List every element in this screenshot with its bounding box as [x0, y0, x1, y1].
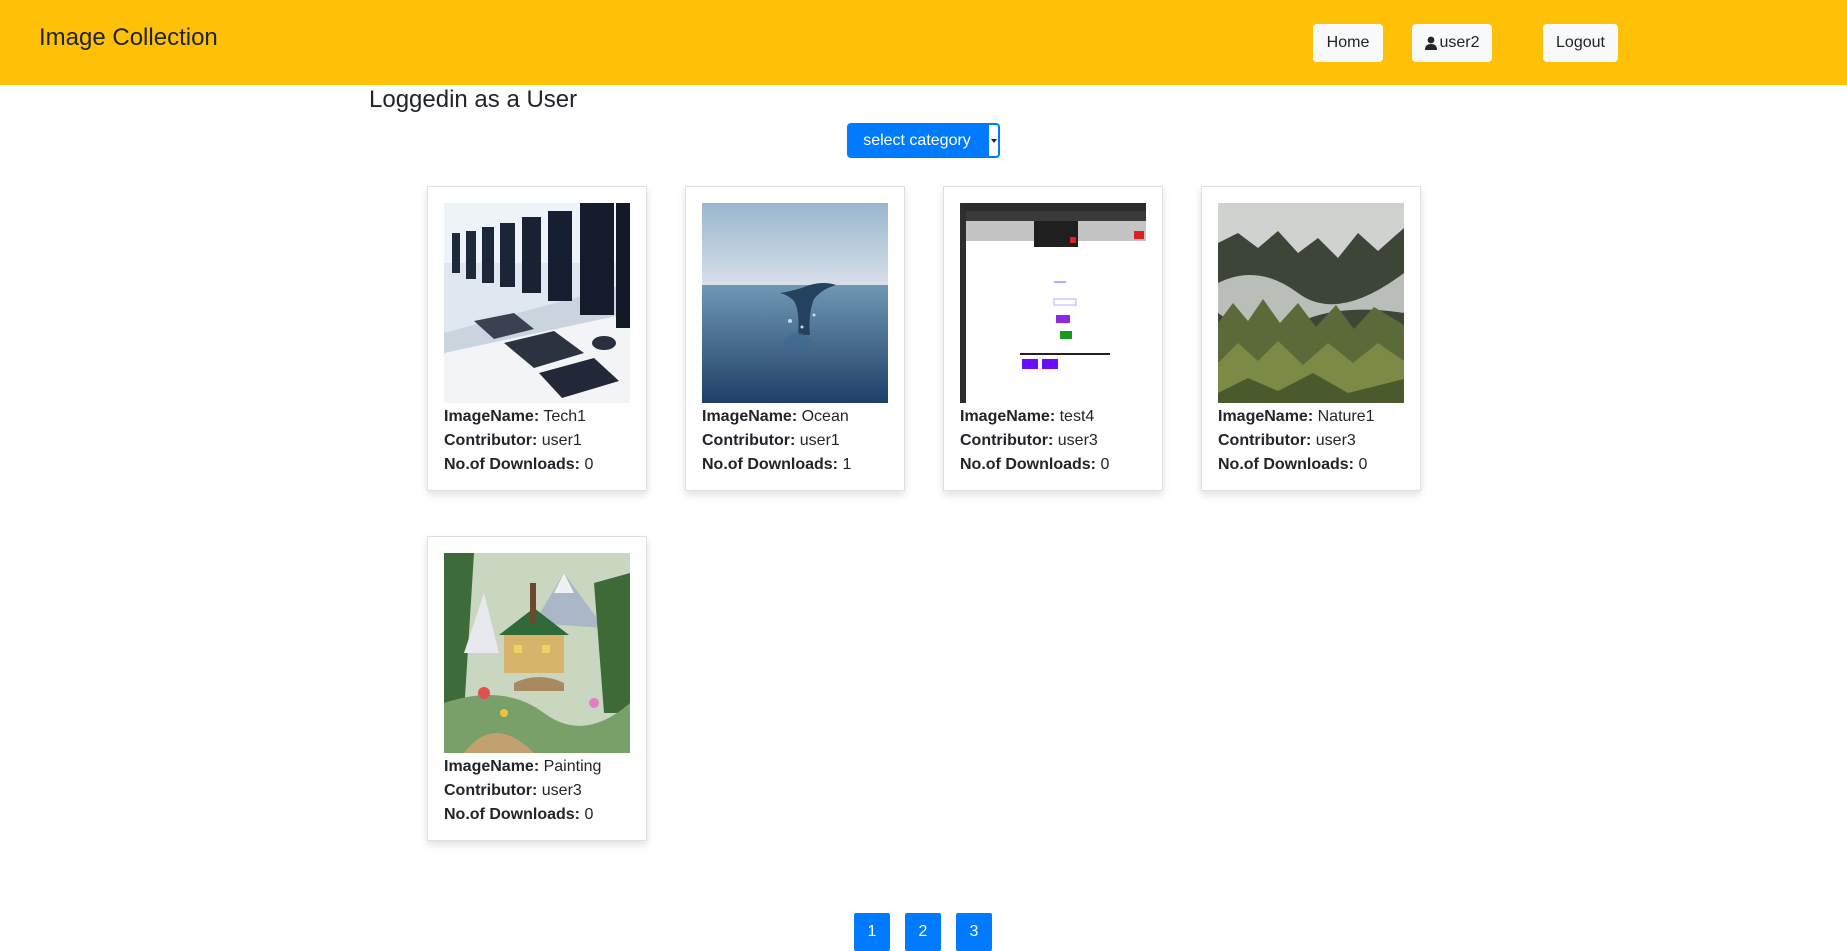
card-info: ImageName: Ocean Contributor: user1 No.o…	[702, 405, 851, 477]
contributor-value: user1	[799, 432, 840, 449]
user-icon	[1425, 36, 1438, 50]
contributor-value: user1	[541, 432, 582, 449]
contributor-label: Contributor:	[444, 782, 538, 799]
image-name-value: Ocean	[801, 408, 849, 425]
page-2-button[interactable]: 2	[905, 913, 941, 951]
card-image[interactable]	[444, 553, 630, 753]
downloads-value: 0	[1358, 456, 1368, 473]
user-name: user2	[1439, 34, 1480, 51]
downloads-value: 0	[1100, 456, 1110, 473]
category-dropdown[interactable]: select category	[847, 123, 1000, 158]
navbar: Image Collection Home user2 Logout	[0, 0, 1847, 85]
downloads-label: No.of Downloads:	[444, 806, 580, 823]
page-3-button[interactable]: 3	[956, 913, 992, 951]
image-name-label: ImageName:	[702, 408, 798, 425]
downloads-label: No.of Downloads:	[444, 456, 580, 473]
select-category-button[interactable]: select category	[847, 123, 987, 158]
contributor-label: Contributor:	[960, 432, 1054, 449]
brand-title[interactable]: Image Collection	[39, 24, 218, 52]
downloads-value: 0	[584, 456, 594, 473]
image-name-label: ImageName:	[960, 408, 1056, 425]
image-card: ImageName: Tech1 Contributor: user1 No.o…	[427, 186, 647, 491]
image-card: ImageName: test4 Contributor: user3 No.o…	[943, 186, 1163, 491]
user-profile-button[interactable]: user2	[1412, 24, 1492, 62]
downloads-label: No.of Downloads:	[960, 456, 1096, 473]
card-info: ImageName: Tech1 Contributor: user1 No.o…	[444, 405, 593, 477]
image-name-value: Nature1	[1317, 408, 1375, 425]
contributor-label: Contributor:	[1218, 432, 1312, 449]
contributor-value: user3	[1315, 432, 1356, 449]
image-card: ImageName: Ocean Contributor: user1 No.o…	[685, 186, 905, 491]
caret-down-icon	[990, 138, 997, 143]
image-name-label: ImageName:	[444, 758, 540, 775]
card-image[interactable]	[960, 203, 1146, 403]
image-card: ImageName: Nature1 Contributor: user3 No…	[1201, 186, 1421, 491]
downloads-value: 1	[842, 456, 852, 473]
image-name-value: test4	[1059, 408, 1095, 425]
logout-button[interactable]: Logout	[1543, 24, 1618, 62]
card-image[interactable]	[1218, 203, 1404, 403]
login-status: Loggedin as a User	[369, 86, 578, 113]
card-info: ImageName: Painting Contributor: user3 N…	[444, 755, 601, 827]
image-name-label: ImageName:	[444, 408, 540, 425]
image-name-value: Tech1	[543, 408, 587, 425]
contributor-label: Contributor:	[702, 432, 796, 449]
contributor-value: user3	[541, 782, 582, 799]
downloads-label: No.of Downloads:	[702, 456, 838, 473]
image-name-label: ImageName:	[1218, 408, 1314, 425]
dropdown-toggle[interactable]	[987, 123, 1000, 158]
card-info: ImageName: test4 Contributor: user3 No.o…	[960, 405, 1109, 477]
card-info: ImageName: Nature1 Contributor: user3 No…	[1218, 405, 1375, 477]
downloads-value: 0	[584, 806, 594, 823]
card-image[interactable]	[702, 203, 888, 403]
downloads-label: No.of Downloads:	[1218, 456, 1354, 473]
image-name-value: Painting	[543, 758, 602, 775]
image-card: ImageName: Painting Contributor: user3 N…	[427, 536, 647, 841]
contributor-value: user3	[1057, 432, 1098, 449]
card-image[interactable]	[444, 203, 630, 403]
page-1-button[interactable]: 1	[854, 913, 890, 951]
contributor-label: Contributor:	[444, 432, 538, 449]
home-button[interactable]: Home	[1313, 24, 1383, 62]
